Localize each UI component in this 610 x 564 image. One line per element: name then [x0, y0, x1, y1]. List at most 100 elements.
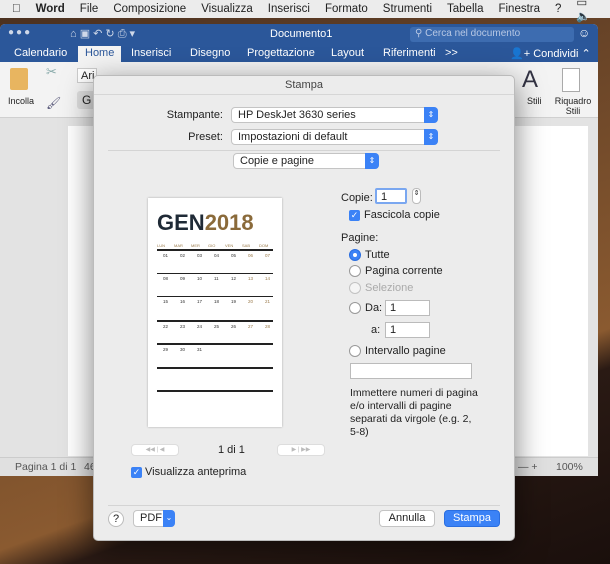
- preset-label: Preset:: [188, 131, 223, 143]
- calendar-day: 27: [248, 323, 254, 329]
- first-prev-page-buttons[interactable]: ◀◀ | ◀: [131, 444, 179, 456]
- calendar-week-row: 29 30 31: [157, 343, 273, 352]
- range-input[interactable]: [350, 363, 472, 379]
- menu-composizione[interactable]: Composizione: [113, 3, 186, 15]
- calendar-day: 05: [231, 253, 237, 258]
- pdf-menu-button[interactable]: PDF ⌄: [133, 510, 175, 527]
- bold-label: G: [82, 93, 92, 107]
- apple-icon[interactable]: : [12, 3, 21, 15]
- calendar-week-row: 08 09 10 11 12 13 14: [157, 272, 273, 281]
- search-placeholder: Cerca nel documento: [425, 28, 521, 39]
- radio-range[interactable]: [349, 345, 361, 357]
- styles-icon[interactable]: A: [522, 66, 538, 94]
- printer-label: Stampante:: [166, 109, 223, 121]
- collate-label: Fascicola copie: [364, 209, 440, 221]
- quick-access-icons[interactable]: ⌂ ▣ ↶ ↻ ⎙ ▾: [70, 27, 135, 41]
- radio-range-label: Intervallo pagine: [365, 345, 446, 357]
- calendar-day: 13: [248, 275, 254, 281]
- divider: [108, 150, 500, 151]
- menu-formato[interactable]: Formato: [325, 3, 368, 15]
- format-painter-icon[interactable]: 🖌: [46, 96, 61, 110]
- updown-icon: ⇕: [424, 129, 438, 145]
- calendar-day: 25: [214, 323, 220, 329]
- menu-inserisci[interactable]: Inserisci: [268, 3, 310, 15]
- tab-layout[interactable]: Layout: [331, 47, 364, 59]
- calendar-day: 14: [265, 275, 271, 281]
- calendar-day: 03: [197, 253, 203, 258]
- tab-progettazione[interactable]: Progettazione: [247, 47, 315, 59]
- copies-stepper[interactable]: ⇕: [412, 188, 421, 204]
- radio-from[interactable]: [349, 302, 361, 314]
- print-preview: GEN2018 LUN MAR MER GIO VEN SAB DOM 01 02 03 04 05…: [148, 198, 282, 427]
- share-button[interactable]: 👤+ Condividi ⌃: [510, 47, 591, 60]
- show-preview-checkbox[interactable]: ✓: [131, 467, 142, 478]
- calendar-day: 12: [231, 275, 237, 281]
- tab-home[interactable]: Home: [78, 46, 122, 63]
- tab-riferimenti[interactable]: Riferimenti: [383, 47, 436, 59]
- calendar-year: 2018: [204, 210, 254, 235]
- menu-bar:  Word File Composizione Visualizza Inse…: [0, 0, 610, 23]
- print-dialog: Stampa Stampante: HP DeskJet 3630 series…: [93, 75, 515, 541]
- document-title: Documento1: [270, 28, 333, 40]
- chevron-down-icon: ⌄: [163, 510, 175, 527]
- calendar-week-row: 22 23 24 25 26 27 28: [157, 319, 273, 329]
- styles-pane-icon[interactable]: [562, 68, 580, 92]
- menu-finestra[interactable]: Finestra: [498, 3, 540, 15]
- weekday-label: GIO: [208, 243, 216, 248]
- calendar-day: 10: [197, 275, 203, 281]
- weekday-label: DOM: [259, 243, 269, 248]
- display-volume-icons[interactable]: ▭ 🔈: [576, 0, 600, 23]
- zoom-plus[interactable]: — +: [518, 461, 538, 473]
- radio-current-label: Pagina corrente: [365, 265, 443, 277]
- help-button[interactable]: ?: [108, 511, 124, 527]
- styles-pane-label[interactable]: Riquadro Stili: [553, 96, 593, 116]
- pdf-label: PDF: [140, 512, 162, 524]
- calendar-week-row: [157, 366, 273, 369]
- calendar-day: 18: [214, 299, 220, 304]
- tab-calendario[interactable]: Calendario: [14, 47, 67, 59]
- calendar-day: 28: [265, 323, 271, 329]
- search-input[interactable]: ⚲ Cerca nel documento: [410, 27, 574, 42]
- copies-input[interactable]: 1: [375, 188, 407, 204]
- copies-label: Copie:: [341, 192, 373, 204]
- cancel-button[interactable]: Annulla: [379, 510, 435, 527]
- menu-visualizza[interactable]: Visualizza: [201, 3, 253, 15]
- to-input[interactable]: 1: [385, 322, 430, 338]
- paste-label[interactable]: Incolla: [8, 96, 34, 106]
- styles-label[interactable]: Stili: [527, 96, 542, 106]
- from-input[interactable]: 1: [385, 300, 430, 316]
- cut-icon[interactable]: ✂: [46, 64, 57, 80]
- smiley-feedback-icon[interactable]: ☺: [578, 26, 590, 40]
- menu-strumenti[interactable]: Strumenti: [383, 3, 432, 15]
- weekday-label: MAR: [174, 243, 183, 248]
- collate-checkbox[interactable]: ✓: [349, 210, 360, 221]
- menu-tabella[interactable]: Tabella: [447, 3, 483, 15]
- paste-icon[interactable]: [10, 68, 28, 90]
- section-select[interactable]: Copie e pagine ⇕: [233, 153, 379, 169]
- preset-select[interactable]: Impostazioni di default ⇕: [231, 129, 438, 145]
- tab-more[interactable]: >>: [445, 47, 458, 59]
- zoom-level[interactable]: 100%: [556, 461, 583, 473]
- window-controls[interactable]: ●●●: [8, 27, 32, 38]
- tab-inserisci[interactable]: Inserisci: [131, 47, 171, 59]
- radio-all[interactable]: [349, 249, 361, 261]
- calendar-day: 06: [248, 253, 254, 258]
- menu-help[interactable]: ?: [555, 3, 561, 15]
- print-button[interactable]: Stampa: [444, 510, 500, 527]
- radio-current-page[interactable]: [349, 265, 361, 277]
- menu-app[interactable]: Word: [36, 3, 65, 15]
- updown-icon: ⇕: [424, 107, 438, 123]
- menu-file[interactable]: File: [80, 3, 99, 15]
- calendar-week-row: [157, 390, 273, 392]
- page-counter: 1 di 1: [218, 444, 245, 456]
- updown-icon: ⇕: [365, 153, 379, 169]
- calendar-day: 31: [197, 347, 203, 352]
- tab-disegno[interactable]: Disegno: [190, 47, 230, 59]
- weekday-label: LUN: [157, 243, 166, 248]
- page-count: Pagina 1 di 1: [15, 461, 77, 473]
- next-last-page-buttons[interactable]: ▶ | ▶▶: [277, 444, 325, 456]
- printer-select[interactable]: HP DeskJet 3630 series ⇕: [231, 107, 438, 123]
- pages-label: Pagine:: [341, 232, 379, 244]
- calendar-day: 20: [248, 299, 254, 304]
- radio-selection[interactable]: [349, 282, 361, 294]
